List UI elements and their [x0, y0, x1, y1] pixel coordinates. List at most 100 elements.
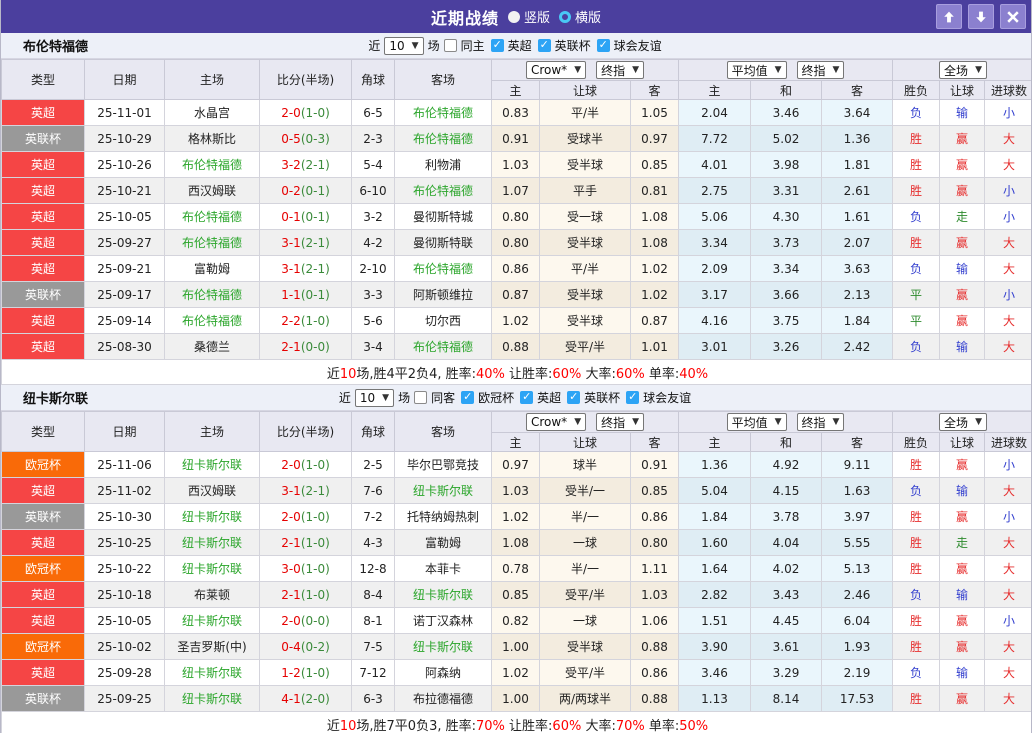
team-section: 布伦特福德 近10▼场同主英超英联杯球会友谊 类型 日期 主场 比分(半场) 角…: [1, 33, 1031, 385]
half-time-score: (0-0): [300, 339, 330, 354]
result-outcome: 平: [892, 281, 941, 308]
summary-segment: 50%: [679, 718, 709, 733]
horizontal-layout-label: 横版: [575, 11, 602, 26]
near-count-select[interactable]: 10 ▼: [384, 36, 424, 55]
col-header-away: 客场: [394, 411, 492, 452]
result-goals: 大: [984, 125, 1031, 152]
sub-col-avg-draw: 和: [750, 432, 823, 452]
full-time-score: 1-1: [281, 287, 301, 302]
match-score: 2-1(0-0): [259, 333, 352, 360]
result-handicap: 输: [939, 477, 986, 504]
final-odds-select-2[interactable]: 终指 ▼: [796, 413, 845, 431]
summary-segment: 40%: [476, 366, 505, 382]
match-score: 3-2(2-1): [259, 151, 352, 178]
home-odds: 1.02: [491, 307, 540, 334]
home-odds: 0.86: [491, 255, 540, 282]
result-goals: 大: [984, 307, 1031, 334]
near-count-select[interactable]: 10 ▼: [354, 388, 395, 407]
final-odds-select-2[interactable]: 终指 ▼: [796, 61, 845, 79]
full-time-score: 3-1: [281, 483, 301, 498]
league-checkbox[interactable]: [537, 38, 551, 52]
full-time-score: 0-1: [281, 209, 301, 224]
match-score: 0-5(0-3): [259, 125, 352, 152]
league-checkbox[interactable]: [567, 390, 581, 404]
away-odds: 1.02: [629, 255, 680, 282]
result-outcome: 负: [892, 477, 941, 504]
final-odds-select[interactable]: 终指 ▼: [596, 413, 645, 431]
table-row: 英超 25-09-27 布伦特福德 3-1(2-1) 4-2 曼彻斯特联 0.80 受半球 1.…: [1, 229, 1031, 256]
result-goals: 大: [984, 555, 1031, 582]
close-button[interactable]: [1000, 4, 1026, 29]
crow-company-select[interactable]: Crow* ▼: [525, 413, 587, 431]
result-goals: 大: [984, 659, 1031, 686]
average-select[interactable]: 平均值 ▼: [726, 413, 787, 431]
league-checkbox[interactable]: [490, 38, 504, 52]
match-date: 25-10-05: [84, 203, 165, 230]
corner-score: 6-3: [351, 685, 395, 712]
half-time-score: (1-0): [300, 509, 330, 524]
match-score: 1-2(1-0): [259, 659, 352, 686]
home-odds: 1.03: [491, 477, 540, 504]
sub-col-handicap-result: 让球: [939, 80, 986, 100]
home-team: 纽卡斯尔联: [164, 685, 260, 712]
corner-score: 7-6: [351, 477, 395, 504]
sub-col-handicap-result: 让球: [939, 432, 986, 452]
average-select[interactable]: 平均值 ▼: [726, 61, 787, 79]
home-odds: 0.80: [491, 203, 540, 230]
away-team: 曼彻斯特城: [394, 203, 492, 230]
same-venue-checkbox[interactable]: [443, 39, 457, 52]
near-label: 近: [338, 391, 351, 405]
full-match-select[interactable]: 全场 ▼: [939, 61, 987, 79]
league-checkbox[interactable]: [461, 390, 475, 404]
half-time-score: (1-0): [300, 561, 330, 576]
scroll-down-button[interactable]: [968, 4, 994, 29]
home-team: 纽卡斯尔联: [164, 451, 260, 478]
handicap-line: 受平/半: [539, 581, 631, 608]
chevron-down-icon: ▼: [832, 417, 840, 427]
away-odds: 0.80: [629, 529, 680, 556]
crow-company-select[interactable]: Crow* ▼: [525, 61, 587, 79]
chevron-down-icon: ▼: [411, 40, 419, 51]
col-header-corner: 角球: [351, 411, 395, 452]
scroll-up-button[interactable]: [936, 4, 962, 29]
handicap-line: 受球半: [539, 125, 631, 152]
league-checkbox[interactable]: [626, 390, 640, 404]
match-date: 25-10-02: [84, 633, 165, 660]
league-checkbox[interactable]: [520, 390, 534, 404]
avg-away-odds: 9.11: [821, 451, 894, 478]
away-team: 本菲卡: [394, 555, 492, 582]
away-odds: 1.11: [629, 555, 680, 582]
match-date: 25-09-27: [84, 229, 165, 256]
summary-segment: 60%: [615, 366, 645, 382]
sub-col-result: 胜负: [892, 432, 941, 452]
home-odds: 1.00: [491, 685, 540, 712]
avg-away-odds: 2.19: [821, 659, 894, 686]
home-team: 纽卡斯尔联: [164, 503, 260, 530]
col-header-date: 日期: [84, 59, 165, 100]
home-team: 西汉姆联: [164, 177, 260, 204]
section-bar: 布伦特福德 近 10 ▼ 场 同主 英超 英联杯 球会友谊: [1, 33, 1031, 59]
same-venue-checkbox[interactable]: [414, 391, 428, 404]
league-badge: 英超: [1, 477, 85, 504]
full-time-score: 2-1: [281, 339, 301, 354]
matches-body: 英超 25-11-01 水晶宫 2-0(1-0) 6-5 布伦特福德 0.83 平/半 1.05…: [1, 99, 1031, 360]
full-match-select[interactable]: 全场 ▼: [939, 413, 987, 431]
chevron-down-icon: ▼: [975, 417, 982, 427]
away-team: 布伦特福德: [394, 333, 492, 360]
summary-segment: 场,胜7平0负3, 胜率:: [356, 718, 476, 733]
final-odds-select[interactable]: 终指 ▼: [596, 61, 645, 79]
away-odds: 1.05: [629, 99, 680, 126]
table-row: 英超 25-09-28 纽卡斯尔联 1-2(1-0) 7-12 阿森纳 1.02 受平/半 0.…: [1, 659, 1031, 686]
avg-away-odds: 5.55: [821, 529, 894, 556]
avg-home-odds: 5.06: [678, 203, 752, 230]
sub-col-avg-home: 主: [678, 80, 752, 100]
table-row: 英超 25-09-21 富勒姆 3-1(2-1) 2-10 布伦特福德 0.86 平/半 1.0…: [1, 255, 1031, 282]
table-row: 英超 25-10-21 西汉姆联 0-2(0-1) 6-10 布伦特福德 1.07 平手 0.8…: [1, 177, 1031, 204]
result-goals: 小: [984, 503, 1031, 530]
horizontal-layout-radio[interactable]: 横版: [559, 7, 601, 26]
vertical-layout-radio[interactable]: 竖版: [507, 7, 550, 26]
team-name: 布伦特福德: [23, 40, 89, 55]
result-goals: 大: [984, 633, 1031, 660]
league-badge: 欧冠杯: [1, 451, 85, 478]
league-checkbox[interactable]: [596, 38, 610, 52]
